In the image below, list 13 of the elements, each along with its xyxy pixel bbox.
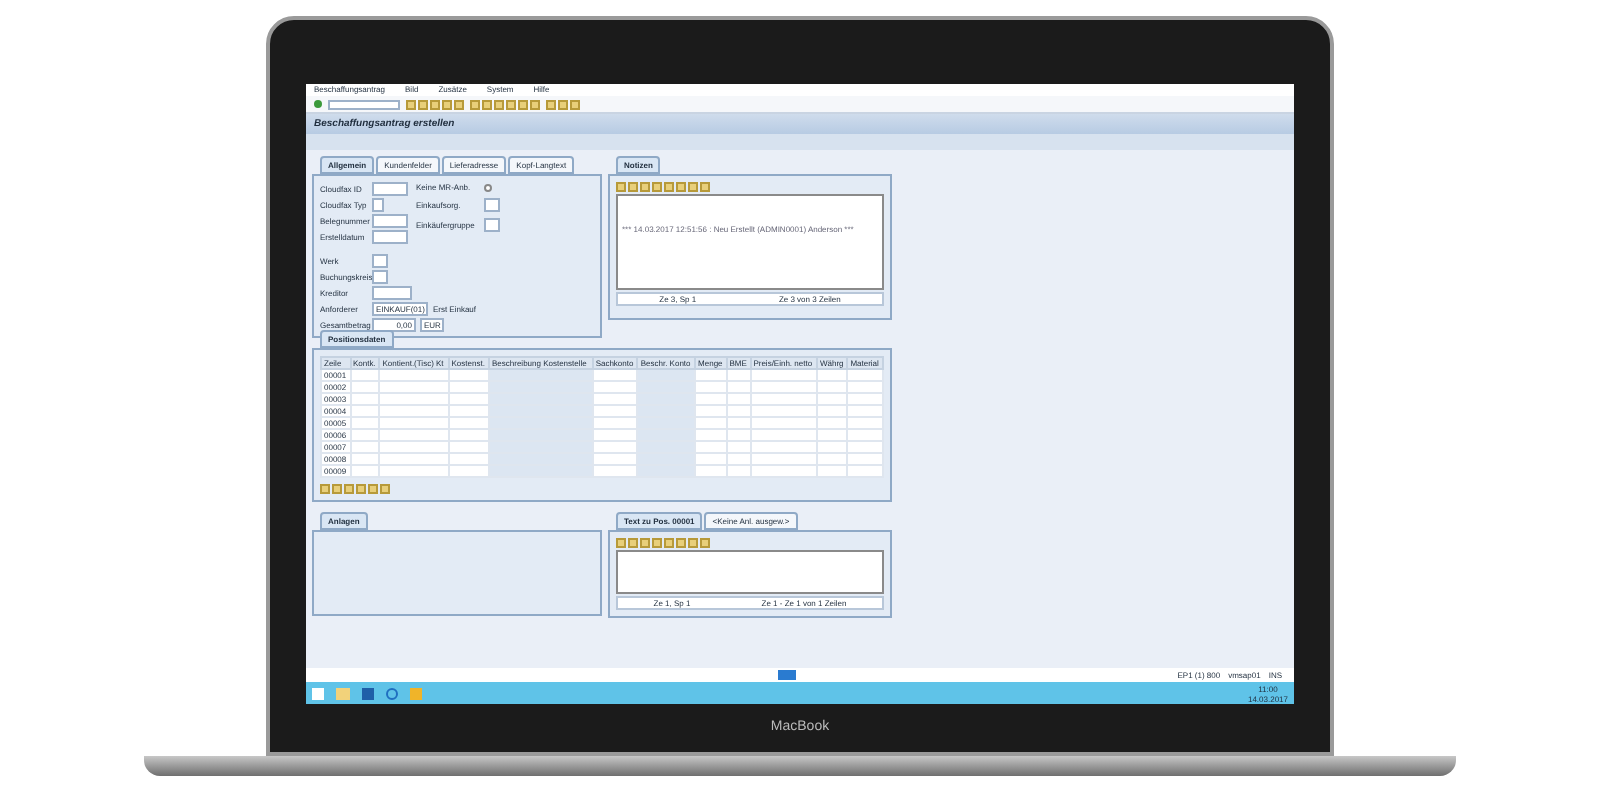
folder-icon[interactable] [336,687,350,699]
app-icon[interactable] [362,687,374,699]
input-field[interactable] [372,230,408,244]
input-field[interactable] [372,286,412,300]
windows-icon[interactable] [312,687,324,699]
radio-button[interactable] [484,183,492,191]
command-field[interactable] [328,99,400,109]
input-field[interactable] [372,214,408,228]
browser-icon[interactable] [386,687,398,699]
text-editor[interactable] [616,550,884,594]
input-field[interactable] [372,182,408,196]
input-field[interactable] [372,198,384,212]
check-icon[interactable] [314,100,322,108]
